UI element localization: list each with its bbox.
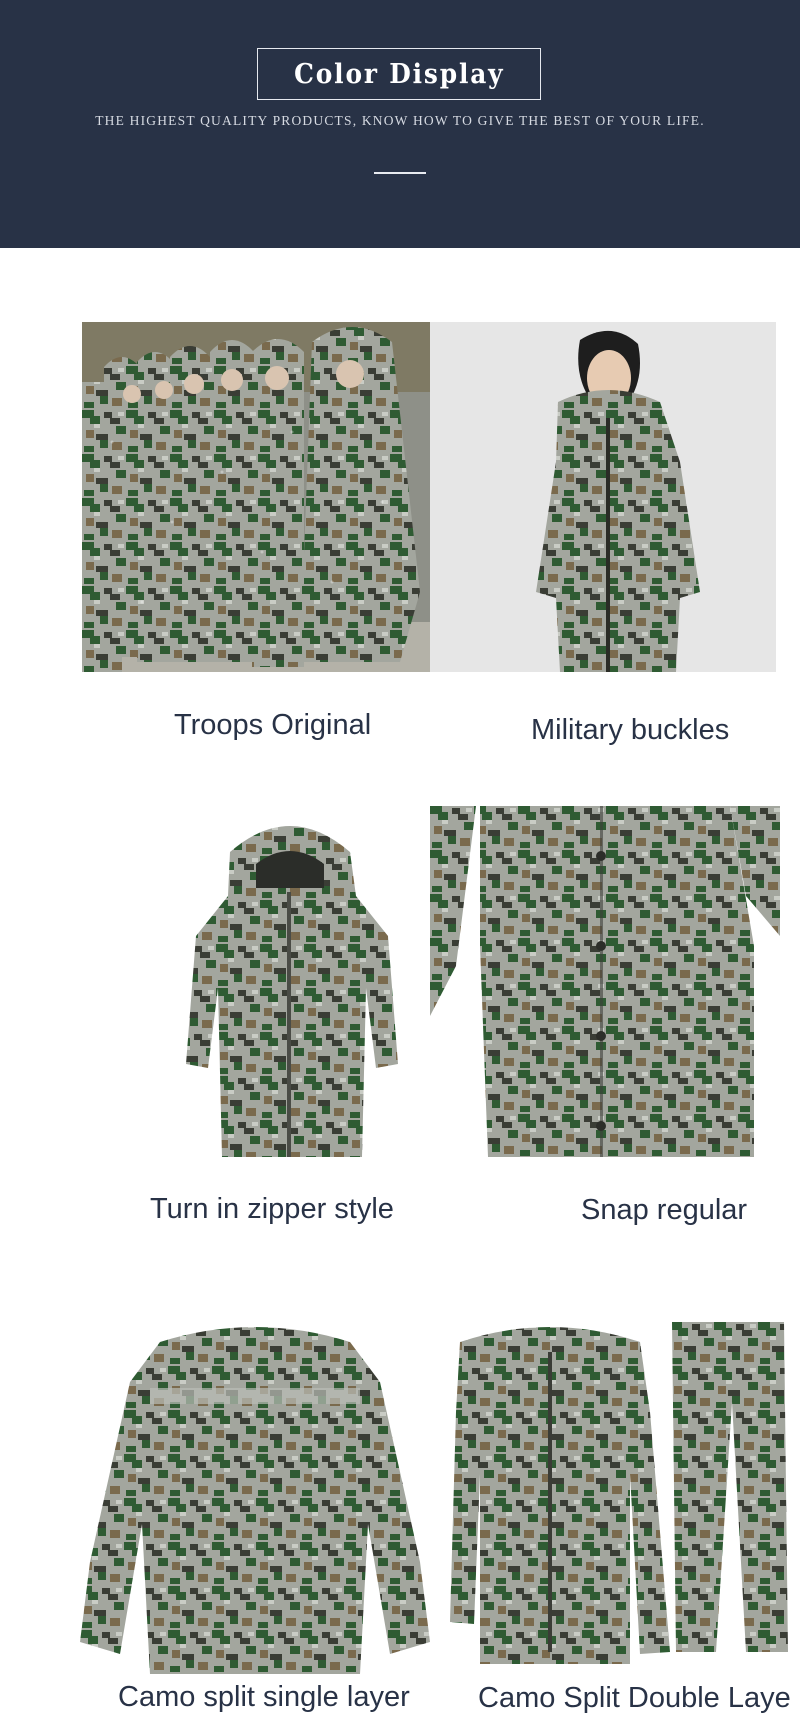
- header-divider: [374, 172, 426, 174]
- model-photo: [430, 322, 776, 672]
- title-frame: Color Display: [257, 48, 541, 100]
- caption-camo-split-double-layer: Camo Split Double Laye: [478, 1682, 791, 1714]
- header-banner: Color Display THE HIGHEST QUALITY PRODUC…: [0, 0, 800, 248]
- caption-turn-in-zipper-style: Turn in zipper style: [150, 1193, 394, 1225]
- snap-closeup-photo: [430, 806, 780, 1157]
- caption-camo-split-single-layer: Camo split single layer: [118, 1681, 410, 1713]
- caption-snap-regular: Snap regular: [581, 1194, 748, 1226]
- caption-military-buckles: Military buckles: [531, 714, 730, 746]
- hooded-coat-photo: [186, 826, 398, 1157]
- product-image-turn-in-zipper-style[interactable]: [172, 812, 406, 1157]
- product-image-camo-split-single-layer[interactable]: [80, 1322, 430, 1674]
- product-image-camo-split-double-layer[interactable]: [450, 1322, 790, 1664]
- product-image-snap-regular[interactable]: [430, 806, 780, 1157]
- soldiers-photo: [82, 322, 430, 672]
- jacket-pants-photo: [450, 1322, 788, 1664]
- jacket-back-photo: [80, 1327, 430, 1674]
- tagline: THE HIGHEST QUALITY PRODUCTS, KNOW HOW T…: [95, 113, 705, 128]
- product-image-military-buckles[interactable]: [430, 322, 776, 672]
- product-image-troops-original[interactable]: [82, 322, 430, 672]
- caption-troops-original: Troops Original: [174, 709, 372, 741]
- page-title: Color Display: [293, 58, 505, 90]
